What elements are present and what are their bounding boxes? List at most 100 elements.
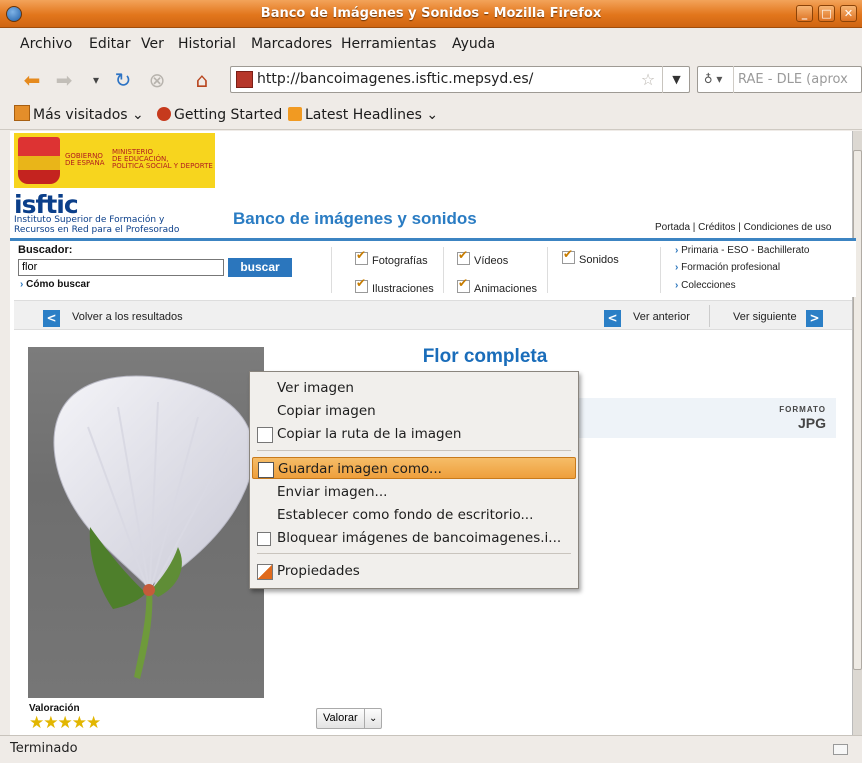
rating-stars[interactable]: ★★★★★ bbox=[29, 714, 101, 732]
site-title: Banco de imágenes y sonidos bbox=[233, 209, 477, 228]
checkbox-icon bbox=[257, 532, 271, 546]
back-arrow-icon[interactable]: < bbox=[43, 310, 60, 327]
search-engine-icon[interactable]: ♁ ▾ bbox=[700, 66, 734, 93]
search-input[interactable]: RAE - DLE (aprox bbox=[738, 66, 848, 93]
check-icon bbox=[562, 247, 575, 264]
check-icon bbox=[457, 276, 470, 293]
back-icon[interactable]: ⬅ bbox=[18, 66, 46, 94]
next-arrow-icon[interactable]: > bbox=[806, 310, 823, 327]
how-to-search-label: Cómo buscar bbox=[26, 279, 91, 290]
save-icon bbox=[258, 462, 274, 478]
item-title: Flor completa bbox=[422, 346, 548, 367]
reload-icon[interactable]: ↻ bbox=[109, 66, 137, 94]
back-to-results-link[interactable]: Volver a los resultados bbox=[72, 311, 183, 323]
menu-propiedades[interactable]: Propiedades bbox=[252, 560, 576, 582]
status-text: Terminado bbox=[10, 741, 78, 756]
copy-icon bbox=[257, 427, 273, 443]
check-icon bbox=[355, 276, 368, 293]
bookmark-star-icon[interactable]: ☆ bbox=[638, 66, 658, 93]
scrollbar-thumb[interactable] bbox=[853, 150, 862, 670]
menu-item-label: Copiar la ruta de la imagen bbox=[277, 426, 462, 442]
checkbox-label: Fotografías bbox=[372, 255, 428, 267]
maximize-button[interactable]: □ bbox=[818, 5, 835, 22]
next-link[interactable]: Ver siguiente bbox=[733, 311, 797, 323]
checkbox-ilustraciones[interactable]: Ilustraciones bbox=[355, 276, 434, 295]
isftic-subtitle: Instituto Superior de Formación y Recurs… bbox=[14, 215, 179, 235]
ministry-text-3: POLÍTICA SOCIAL Y DEPORTE bbox=[112, 162, 213, 170]
bookmark-mas-visitados[interactable]: Más visitados ⌄ bbox=[14, 100, 144, 130]
search-label: Buscador: bbox=[18, 244, 73, 256]
subtitle-line-2: Recursos en Red para el Profesorado bbox=[14, 225, 180, 235]
window-title: Banco de Imágenes y Sonidos - Mozilla Fi… bbox=[260, 6, 602, 21]
menu-ver[interactable]: Ver bbox=[141, 28, 164, 60]
history-dropdown-icon[interactable]: ▾ bbox=[82, 66, 110, 94]
menu-archivo[interactable]: Archivo bbox=[20, 28, 72, 60]
checkbox-sonidos[interactable]: Sonidos bbox=[562, 247, 619, 266]
flower-photo[interactable] bbox=[28, 347, 264, 698]
menu-enviar-imagen[interactable]: Enviar imagen... bbox=[252, 481, 576, 503]
menu-item-label: Bloquear imágenes de bancoimagenes.i... bbox=[277, 530, 562, 546]
menu-item-label: Propiedades bbox=[277, 563, 360, 579]
level-primaria-link[interactable]: Primaria - ESO - Bachillerato bbox=[675, 245, 809, 256]
level-fp-link[interactable]: Formación profesional bbox=[675, 262, 780, 273]
menu-ver-imagen[interactable]: Ver imagen bbox=[252, 377, 576, 399]
firefox-bookmark-icon bbox=[157, 107, 171, 121]
bookmark-label: Getting Started bbox=[174, 107, 283, 123]
status-bar bbox=[0, 735, 862, 763]
prev-arrow-icon[interactable]: < bbox=[604, 310, 621, 327]
checkbox-label: Vídeos bbox=[474, 255, 509, 267]
address-url[interactable]: http://bancoimagenes.isftic.mepsyd.es/ bbox=[257, 66, 533, 93]
divider bbox=[709, 305, 710, 327]
bookmark-latest-headlines[interactable]: Latest Headlines ⌄ bbox=[288, 100, 438, 130]
menu-editar[interactable]: Editar bbox=[89, 28, 130, 60]
chevron-down-icon: ⌄ bbox=[369, 713, 378, 724]
check-icon bbox=[355, 248, 368, 265]
menu-copiar-ruta[interactable]: Copiar la ruta de la imagen bbox=[252, 423, 576, 445]
rate-dropdown[interactable]: Valorar ⌄ bbox=[316, 708, 382, 729]
url-dropdown-icon[interactable]: ▼ bbox=[662, 66, 690, 93]
menu-guardar-imagen[interactable]: Guardar imagen como... bbox=[252, 457, 576, 479]
mail-icon[interactable] bbox=[833, 744, 848, 755]
coat-of-arms-icon bbox=[18, 137, 60, 184]
checkbox-label: Animaciones bbox=[474, 283, 537, 295]
how-to-search-link[interactable]: › Cómo buscar bbox=[20, 279, 90, 290]
menu-bloquear-imagenes[interactable]: Bloquear imágenes de bancoimagenes.i... bbox=[252, 527, 576, 549]
bookmark-getting-started[interactable]: Getting Started bbox=[157, 100, 282, 130]
close-button[interactable]: ✕ bbox=[840, 5, 857, 22]
checkbox-label: Sonidos bbox=[579, 254, 619, 266]
checkbox-fotografias[interactable]: Fotografías bbox=[355, 248, 428, 267]
minimize-button[interactable]: _ bbox=[796, 5, 813, 22]
divider bbox=[443, 247, 444, 293]
menu-ayuda[interactable]: Ayuda bbox=[452, 28, 495, 60]
menu-separator bbox=[257, 450, 571, 451]
divider bbox=[364, 709, 365, 728]
previous-link[interactable]: Ver anterior bbox=[633, 311, 690, 323]
level-colecciones-link[interactable]: Colecciones bbox=[675, 280, 735, 291]
stop-icon[interactable]: ⊗ bbox=[143, 66, 171, 94]
bookmark-label: Más visitados bbox=[33, 107, 128, 123]
flower-image-icon bbox=[53, 375, 255, 679]
gov-text-2: DE ESPAÑA bbox=[65, 159, 105, 167]
site-favicon-icon bbox=[236, 71, 253, 88]
check-icon bbox=[457, 248, 470, 265]
bookmark-label: Latest Headlines bbox=[305, 107, 422, 123]
search-field[interactable]: flor bbox=[18, 259, 224, 276]
checkbox-videos[interactable]: Vídeos bbox=[457, 248, 509, 267]
divider bbox=[331, 247, 332, 293]
home-icon[interactable]: ⌂ bbox=[188, 66, 216, 94]
checkbox-animaciones[interactable]: Animaciones bbox=[457, 276, 537, 295]
menu-historial[interactable]: Historial bbox=[178, 28, 236, 60]
search-button[interactable]: buscar bbox=[228, 258, 292, 277]
properties-icon bbox=[257, 564, 273, 580]
forward-icon[interactable]: ➡ bbox=[50, 66, 78, 94]
rss-feed-icon bbox=[288, 107, 302, 121]
top-links[interactable]: Portada | Créditos | Condiciones de uso bbox=[655, 222, 831, 233]
divider bbox=[547, 247, 548, 293]
menu-separator bbox=[257, 553, 571, 554]
menu-marcadores[interactable]: Marcadores bbox=[251, 28, 332, 60]
rss-folder-icon bbox=[14, 105, 30, 121]
menu-herramientas[interactable]: Herramientas bbox=[341, 28, 436, 60]
checkbox-label: Ilustraciones bbox=[372, 283, 434, 295]
menu-establecer-fondo[interactable]: Establecer como fondo de escritorio... bbox=[252, 504, 576, 526]
menu-copiar-imagen[interactable]: Copiar imagen bbox=[252, 400, 576, 422]
